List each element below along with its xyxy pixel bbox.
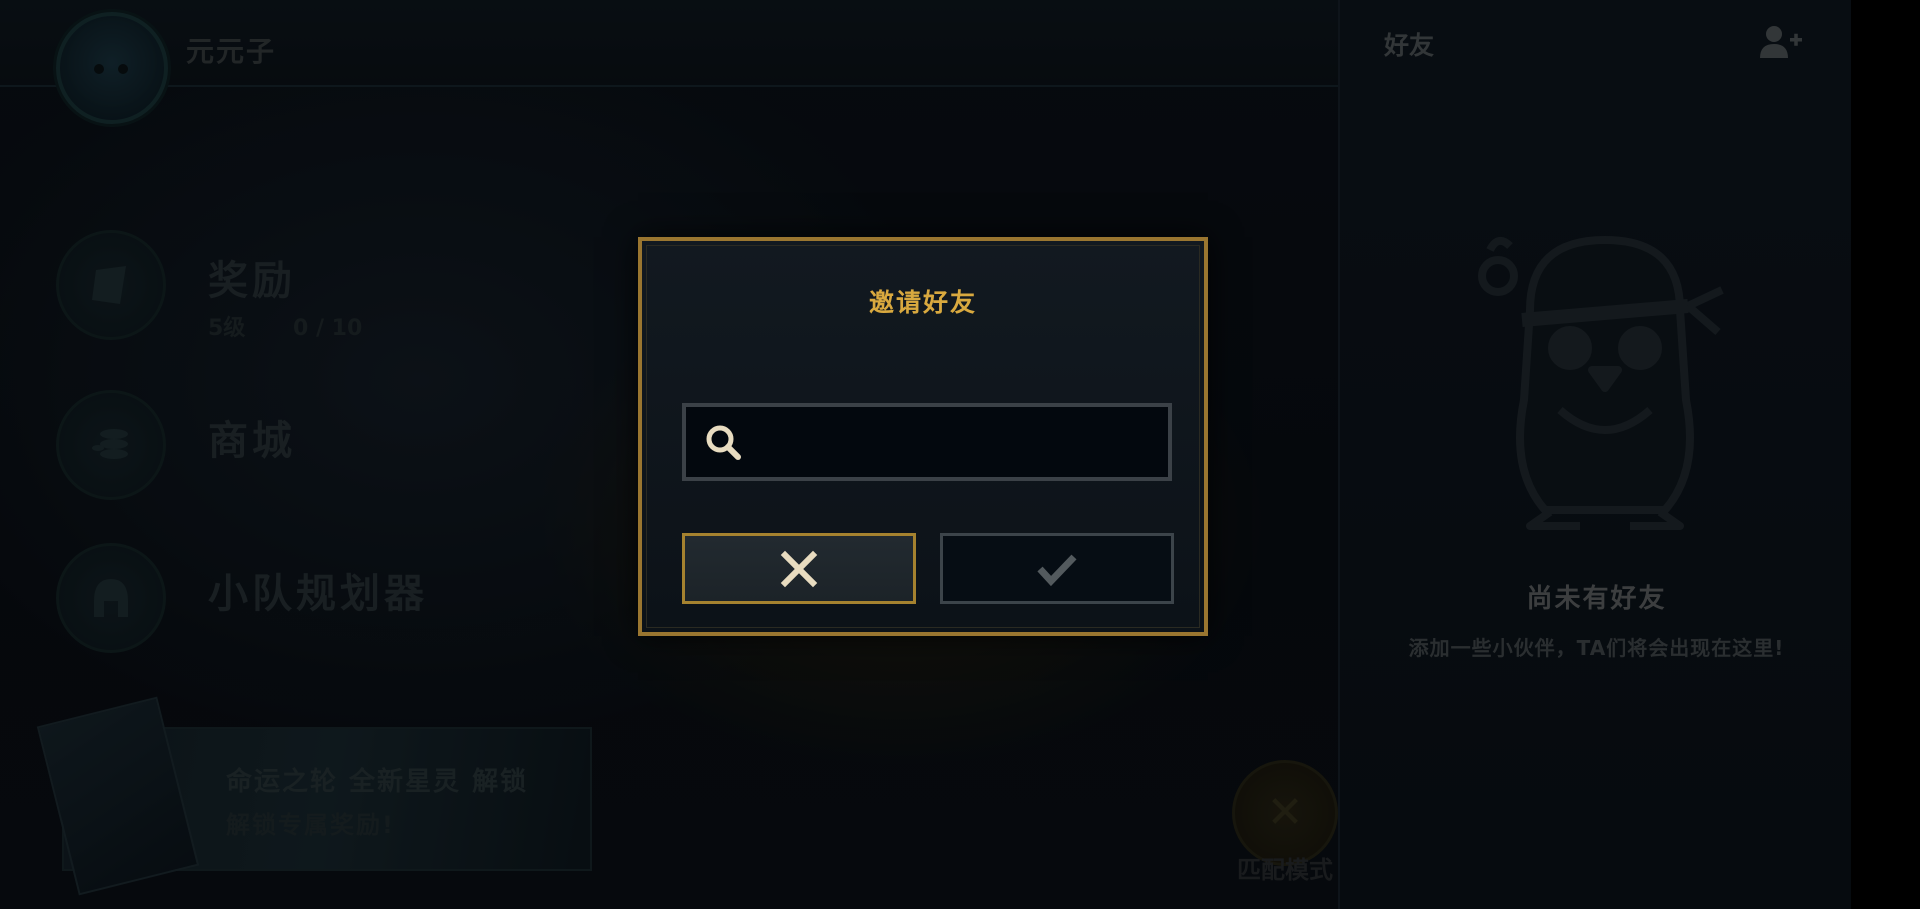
cancel-button[interactable] (682, 533, 916, 604)
invite-friend-dialog: 邀请好友 (638, 237, 1208, 636)
screen-edge (1851, 0, 1920, 909)
search-icon (706, 425, 741, 460)
search-box[interactable] (682, 403, 1172, 481)
search-input[interactable] (758, 417, 1162, 469)
close-icon (780, 550, 818, 587)
app-root: 元元子 奖励 5级 0 / 10 商城 小队规划器 命运之轮 全新星灵 解锁 解… (0, 0, 1920, 909)
check-icon (1037, 554, 1077, 586)
confirm-button[interactable] (940, 533, 1174, 604)
dialog-title: 邀请好友 (868, 288, 977, 317)
